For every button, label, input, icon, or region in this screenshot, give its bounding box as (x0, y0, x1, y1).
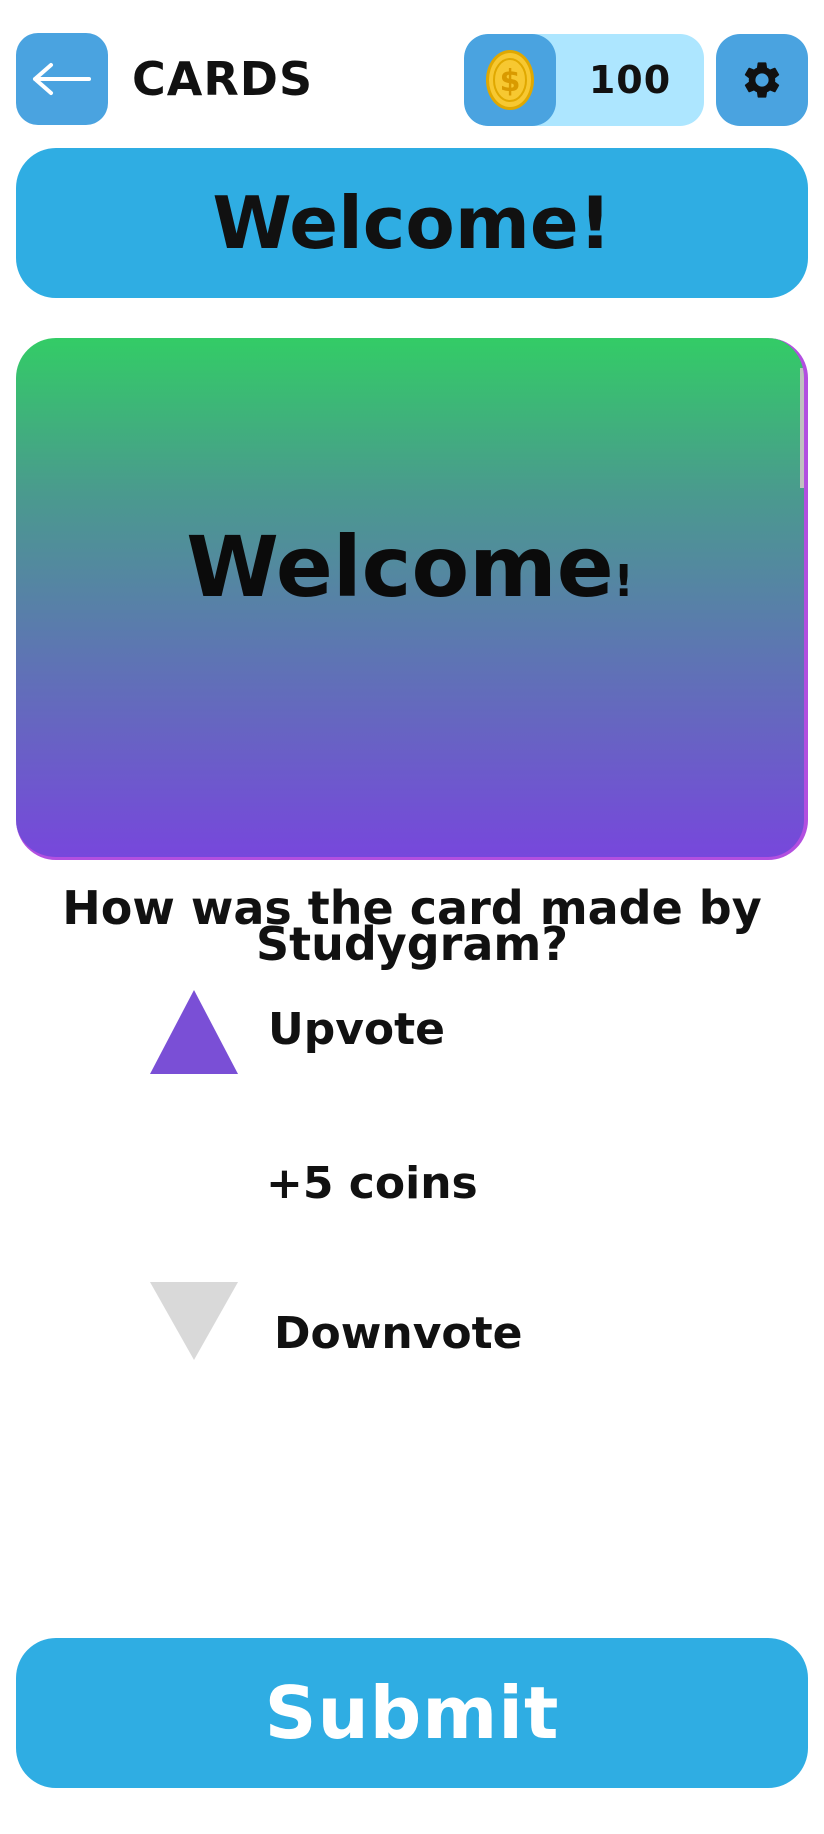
app-screen: CARDS $ 100 Welcome! Welcome! How was th… (0, 0, 824, 1834)
rating-question: How was the card made by Studygram? (40, 885, 784, 967)
card-edge-highlight (800, 368, 804, 488)
upvote-triangle-icon[interactable] (150, 990, 238, 1074)
coin-icon: $ (486, 50, 534, 110)
top-bar: CARDS $ 100 (0, 0, 824, 140)
card-text-end: ! (613, 556, 634, 607)
upvote-option[interactable]: Upvote (0, 984, 824, 1084)
welcome-banner: Welcome! (16, 148, 808, 298)
gear-icon (744, 62, 780, 98)
upvote-label: Upvote (268, 1004, 446, 1055)
card-text-main: Welcome (186, 518, 614, 616)
card-text: Welcome! (16, 518, 804, 616)
coin-count: 100 (588, 58, 672, 102)
coin-balance: $ 100 (464, 34, 704, 126)
flash-card[interactable]: Welcome! (16, 338, 808, 860)
svg-text:$: $ (500, 64, 521, 99)
settings-button[interactable] (716, 34, 808, 126)
submit-button[interactable]: Submit (16, 1638, 808, 1788)
reward-text: +5 coins (266, 1158, 478, 1209)
downvote-triangle-icon[interactable] (150, 1282, 238, 1366)
arrow-left-icon (33, 63, 91, 95)
back-button[interactable] (16, 33, 108, 125)
downvote-label: Downvote (274, 1308, 523, 1359)
downvote-option[interactable]: Downvote (0, 1282, 824, 1382)
coin-icon-box: $ (464, 34, 556, 126)
page-title: CARDS (132, 52, 314, 106)
